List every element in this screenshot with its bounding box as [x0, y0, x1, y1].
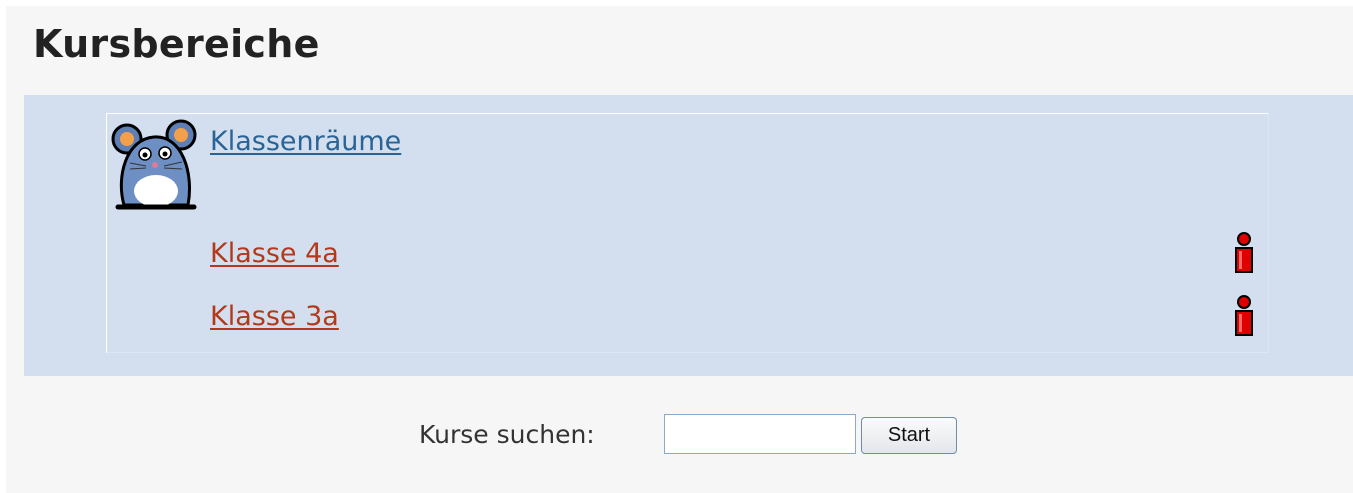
course-link-klasse-4a[interactable]: Klasse 4a	[210, 236, 339, 272]
course-search-form: Kurse suchen: Start	[6, 413, 1353, 457]
page-title: Kursbereiche	[33, 22, 320, 66]
course-category-panel: Klassenräume Klasse 4a Klasse 3a	[106, 113, 1269, 353]
course-row: Klasse 3a	[210, 295, 1268, 339]
course-row: Klasse 4a	[210, 232, 1268, 276]
course-link-klasse-3a[interactable]: Klasse 3a	[210, 299, 339, 335]
mouse-mascot-icon	[110, 117, 200, 213]
info-person-icon[interactable]	[1230, 295, 1258, 339]
info-person-icon[interactable]	[1230, 232, 1258, 276]
search-input[interactable]	[664, 414, 856, 454]
page-content: Kursbereiche Klassenräume Klasse 4a Klas…	[6, 6, 1353, 493]
start-search-button[interactable]: Start	[861, 417, 957, 454]
search-label: Kurse suchen:	[419, 420, 595, 449]
category-link-klassenraeume[interactable]: Klassenräume	[210, 124, 401, 160]
course-category-box: Klassenräume Klasse 4a Klasse 3a	[24, 95, 1353, 376]
